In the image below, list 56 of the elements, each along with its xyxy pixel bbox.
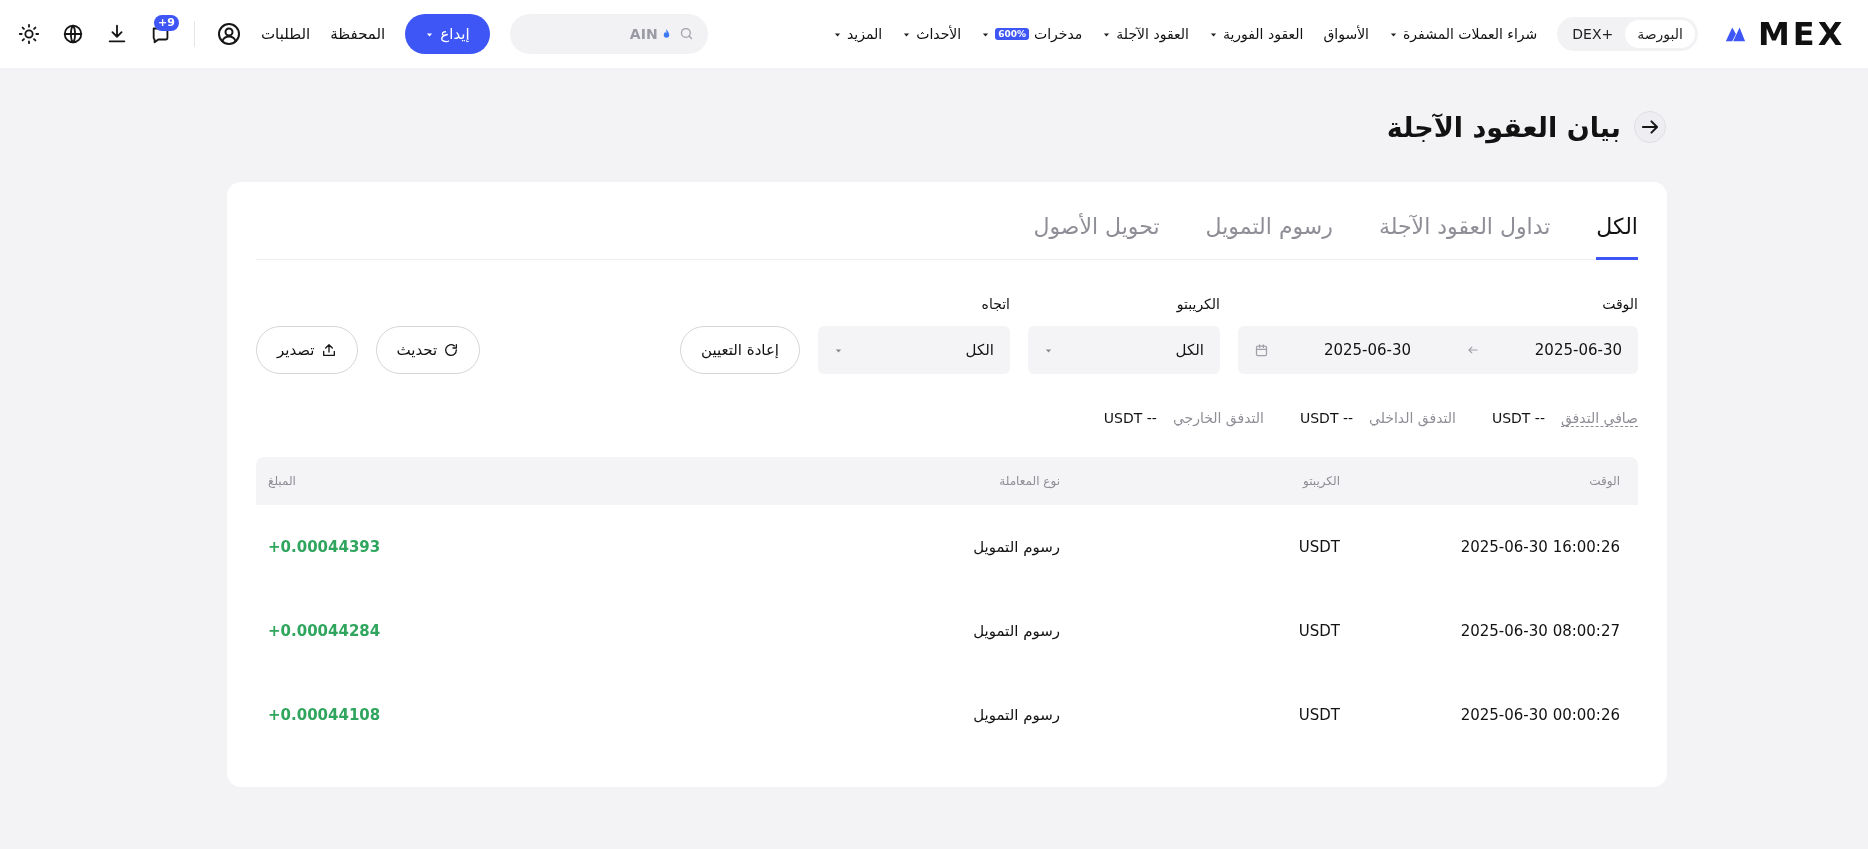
table-cell: 2025-06-30 00:00:26	[1460, 706, 1620, 724]
table-cell-text: USDT	[1297, 706, 1340, 724]
column-header: الكريبتو	[1301, 474, 1340, 488]
column-header: الوقت	[1588, 474, 1620, 488]
summary-value: -- USDT	[1491, 410, 1545, 427]
calendar-icon	[1254, 342, 1269, 358]
summary-value: -- USDT	[1103, 410, 1157, 427]
nav-menu-item[interactable]: الأحداث	[902, 26, 962, 42]
reset-button[interactable]: إعادة التعيين	[680, 326, 800, 374]
end-date-input[interactable]: 2025-06-30	[1323, 341, 1412, 359]
upload-icon	[320, 342, 337, 358]
nav-menu-item[interactable]: الأسواق	[1323, 26, 1369, 42]
table-cell-text: رسوم التمويل	[972, 622, 1060, 640]
nav-menu-item[interactable]: العقود الفورية	[1208, 26, 1304, 42]
statement-tab[interactable]: الكل	[1596, 210, 1638, 260]
column-header: نوع المعاملة	[998, 474, 1060, 488]
summary-value: -- USDT	[1299, 410, 1353, 427]
table-cell: 2025-06-30 16:00:26	[1460, 538, 1620, 556]
percent-badge: 600%	[995, 28, 1029, 40]
filter-label: الوقت	[1601, 296, 1638, 312]
export-button[interactable]: تصدير	[256, 326, 358, 374]
filter-label: اتجاه	[980, 296, 1010, 312]
nav-menu-item[interactable]: شراء العملات المشفرة	[1389, 26, 1538, 42]
dropdown-field[interactable]: الكل	[818, 326, 1010, 374]
column-header: المبلغ	[268, 474, 296, 488]
nav-menu-item[interactable]: العقود الآجلة	[1102, 26, 1189, 42]
table-cell: +0.00044108	[268, 706, 381, 724]
user-icon[interactable]	[217, 22, 241, 46]
start-date-input[interactable]: 2025-06-30	[1534, 341, 1622, 359]
nav-link[interactable]: الطلبات	[261, 25, 311, 43]
globe-icon[interactable]	[62, 23, 84, 45]
summary-label: التدفق الداخلي	[1369, 410, 1456, 427]
nav-menu-item[interactable]: المزيد	[833, 26, 883, 42]
search-icon	[678, 26, 694, 41]
refresh-button[interactable]: تحديث	[375, 326, 481, 374]
page-title: بيان العقود الآجلة	[1386, 111, 1621, 143]
notification-badge: +9	[154, 15, 179, 31]
exchange-tab[interactable]: DEX+	[1560, 20, 1626, 48]
table-cell-text: USDT	[1297, 538, 1340, 556]
logo-text[interactable]: MEX	[1758, 15, 1846, 53]
nav-link[interactable]: المحفظة	[330, 25, 386, 43]
exchange-tab[interactable]: البورصة	[1625, 20, 1695, 48]
filter-label: الكريبتو	[1175, 296, 1220, 312]
dropdown-field[interactable]: الكل	[1028, 326, 1220, 374]
table-cell: +0.00044393	[268, 538, 381, 556]
table-cell-text: رسوم التمويل	[972, 706, 1060, 724]
download-icon[interactable]	[106, 23, 128, 45]
table-cell: +0.00044284	[268, 622, 381, 640]
search-field[interactable]: AIN	[509, 14, 708, 54]
table-cell-text: رسوم التمويل	[972, 538, 1060, 556]
table-cell: 2025-06-30 08:00:27	[1460, 622, 1620, 640]
summary-label: التدفق الخارجي	[1172, 410, 1264, 427]
refresh-icon	[443, 342, 460, 358]
sun-icon[interactable]	[18, 23, 40, 45]
table-cell-text: USDT	[1297, 622, 1340, 640]
deposit-button[interactable]: إيداع	[405, 14, 490, 54]
